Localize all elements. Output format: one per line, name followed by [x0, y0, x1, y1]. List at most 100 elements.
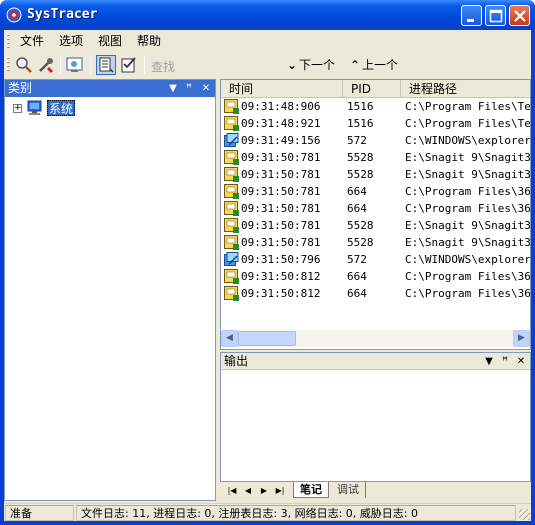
cell-time: 09:31:50:781 — [241, 151, 321, 164]
list-view-button[interactable] — [96, 55, 116, 75]
minimize-icon — [467, 19, 474, 22]
cell-path: E:\Snagit 9\Snagit32.exe — [405, 168, 530, 181]
scroll-right-icon[interactable]: ▶ — [513, 330, 530, 347]
cell-pid: 5528 — [347, 168, 374, 181]
cell-time: 09:31:48:906 — [241, 100, 321, 113]
cell-path: E:\Snagit 9\Snagit32.exe — [405, 219, 530, 232]
table-row[interactable]: 09:31:50:781 664 C:\Program Files\360 — [221, 200, 530, 217]
find-next-label: 下一个 — [299, 58, 336, 72]
status-bar: 准备 文件日志: 11, 进程日志: 0, 注册表日志: 3, 网络日志: 0,… — [4, 503, 531, 521]
cell-path: E:\Snagit 9\Snagit32.exe — [405, 151, 530, 164]
find-input[interactable] — [185, 56, 281, 74]
pane-close-icon[interactable]: ✕ — [515, 353, 527, 370]
menu-options[interactable]: 选项 — [59, 33, 83, 49]
menu-help[interactable]: 帮助 — [137, 33, 161, 49]
table-row[interactable]: 09:31:50:781 664 C:\Program Files\360 — [221, 183, 530, 200]
first-tab-icon[interactable]: |◀ — [226, 485, 238, 497]
scan-button[interactable] — [14, 55, 34, 75]
column-header-time[interactable]: 时间 — [221, 80, 343, 98]
title-bar[interactable]: SysTracer — [0, 0, 535, 30]
cell-pid: 664 — [347, 185, 367, 198]
client-area: 文件 选项 视图 帮助 查找 ⌄ 下一个 ⌃ 上一个 类别 ▼ ꟸ ✕ + 系统… — [4, 30, 531, 521]
minimize-button[interactable] — [461, 5, 482, 26]
table-row[interactable]: 09:31:50:812 664 C:\Program Files\360 — [221, 268, 530, 285]
pane-dropdown-icon[interactable]: ▼ — [167, 80, 179, 97]
column-headers: 时间 PID 进程路径 — [221, 80, 530, 98]
file-log-icon — [224, 99, 239, 114]
cell-pid: 572 — [347, 134, 367, 147]
category-pane-title: 类别 — [8, 81, 33, 95]
status-summary: 文件日志: 11, 进程日志: 0, 注册表日志: 3, 网络日志: 0, 威胁… — [76, 505, 516, 521]
maximize-icon — [489, 9, 503, 23]
screen-capture-button[interactable] — [65, 55, 85, 75]
menu-bar: 文件 选项 视图 帮助 — [4, 30, 531, 51]
checklist-button[interactable] — [119, 55, 139, 75]
registry-log-icon — [224, 252, 239, 267]
table-row[interactable]: 09:31:48:906 1516 C:\Program Files\Tencent — [221, 98, 530, 115]
menu-view[interactable]: 视图 — [98, 33, 122, 49]
pin-icon[interactable]: ꟸ — [183, 80, 195, 97]
table-row[interactable]: 09:31:50:796 572 C:\WINDOWS\explorer.exe — [221, 251, 530, 268]
cell-time: 09:31:50:781 — [241, 185, 321, 198]
table-row[interactable]: 09:31:50:812 664 C:\Program Files\360 — [221, 285, 530, 302]
scrollbar-thumb[interactable] — [238, 331, 296, 346]
menubar-grip[interactable] — [7, 34, 10, 48]
file-log-icon — [224, 269, 239, 284]
output-pane-title: 输出 — [224, 354, 249, 368]
pin-icon[interactable]: ꟸ — [499, 353, 511, 370]
table-row[interactable]: 09:31:50:781 5528 E:\Snagit 9\Snagit32.exe — [221, 166, 530, 183]
magnifier-icon — [16, 57, 32, 73]
menu-file[interactable]: 文件 — [20, 33, 44, 49]
find-label: 查找 — [151, 60, 176, 74]
tab-debug[interactable]: 调试 — [331, 482, 366, 498]
pane-dropdown-icon[interactable]: ▼ — [483, 353, 495, 370]
output-pane-header: 输出 ▼ ꟸ ✕ — [221, 353, 530, 370]
toolbar-separator — [144, 56, 145, 74]
column-header-path[interactable]: 进程路径 — [401, 80, 530, 98]
resize-grip[interactable] — [519, 509, 530, 520]
category-pane: 类别 ▼ ꟸ ✕ + 系统 — [4, 79, 216, 501]
computer-icon — [27, 100, 45, 116]
table-row[interactable]: 09:31:49:156 572 C:\WINDOWS\explorer.exe — [221, 132, 530, 149]
cell-path: C:\WINDOWS\explorer.exe — [405, 134, 530, 147]
table-row[interactable]: 09:31:48:921 1516 C:\Program Files\Tencent — [221, 115, 530, 132]
tools-button[interactable] — [36, 55, 56, 75]
toolbar-separator — [90, 56, 91, 74]
horizontal-scrollbar[interactable]: ◀ ▶ — [221, 330, 530, 347]
next-tab-icon[interactable]: ▶ — [258, 485, 270, 497]
pane-close-icon[interactable]: ✕ — [200, 80, 212, 97]
app-window: SysTracer 文件 选项 视图 帮助 查找 ⌄ 下一个 ⌃ 上一个 类别 … — [0, 0, 535, 525]
log-list: 时间 PID 进程路径 09:31:48:906 1516 C:\Program F… — [220, 79, 531, 350]
chevron-down-icon: ⌄ — [287, 58, 298, 72]
systracer-app-icon[interactable] — [6, 7, 22, 23]
column-header-pid[interactable]: PID — [343, 80, 401, 98]
cell-time: 09:31:50:812 — [241, 270, 321, 283]
cell-pid: 5528 — [347, 219, 374, 232]
cell-pid: 1516 — [347, 117, 374, 130]
cell-time: 09:31:50:781 — [241, 202, 321, 215]
find-next-button[interactable]: ⌄ 下一个 — [287, 57, 335, 73]
scroll-left-icon[interactable]: ◀ — [221, 330, 238, 347]
table-row[interactable]: 09:31:50:781 5528 E:\Snagit 9\Snagit32.exe — [221, 217, 530, 234]
output-tab-bar: |◀ ◀ ▶ ▶| 笔记 调试 — [220, 482, 531, 501]
cell-time: 09:31:50:781 — [241, 219, 321, 232]
find-prev-button[interactable]: ⌃ 上一个 — [350, 57, 398, 73]
cell-pid: 572 — [347, 253, 367, 266]
maximize-button[interactable] — [485, 5, 506, 26]
table-row[interactable]: 09:31:50:781 5528 E:\Snagit 9\Snagit32.exe — [221, 234, 530, 251]
cell-time: 09:31:50:796 — [241, 253, 321, 266]
close-icon — [514, 10, 526, 22]
table-row[interactable]: 09:31:50:781 5528 E:\Snagit 9\Snagit32.exe — [221, 149, 530, 166]
close-button[interactable] — [509, 5, 530, 26]
tab-notes[interactable]: 笔记 — [293, 482, 329, 498]
cell-path: C:\WINDOWS\explorer.exe — [405, 253, 530, 266]
expand-icon[interactable]: + — [13, 104, 22, 113]
prev-tab-icon[interactable]: ◀ — [242, 485, 254, 497]
last-tab-icon[interactable]: ▶| — [274, 485, 286, 497]
find-prev-label: 上一个 — [362, 58, 399, 72]
window-title: SysTracer — [27, 7, 98, 22]
registry-log-icon — [224, 133, 239, 148]
output-pane: 输出 ▼ ꟸ ✕ — [220, 352, 531, 482]
cell-pid: 5528 — [347, 236, 374, 249]
toolbar-grip[interactable] — [7, 57, 10, 71]
